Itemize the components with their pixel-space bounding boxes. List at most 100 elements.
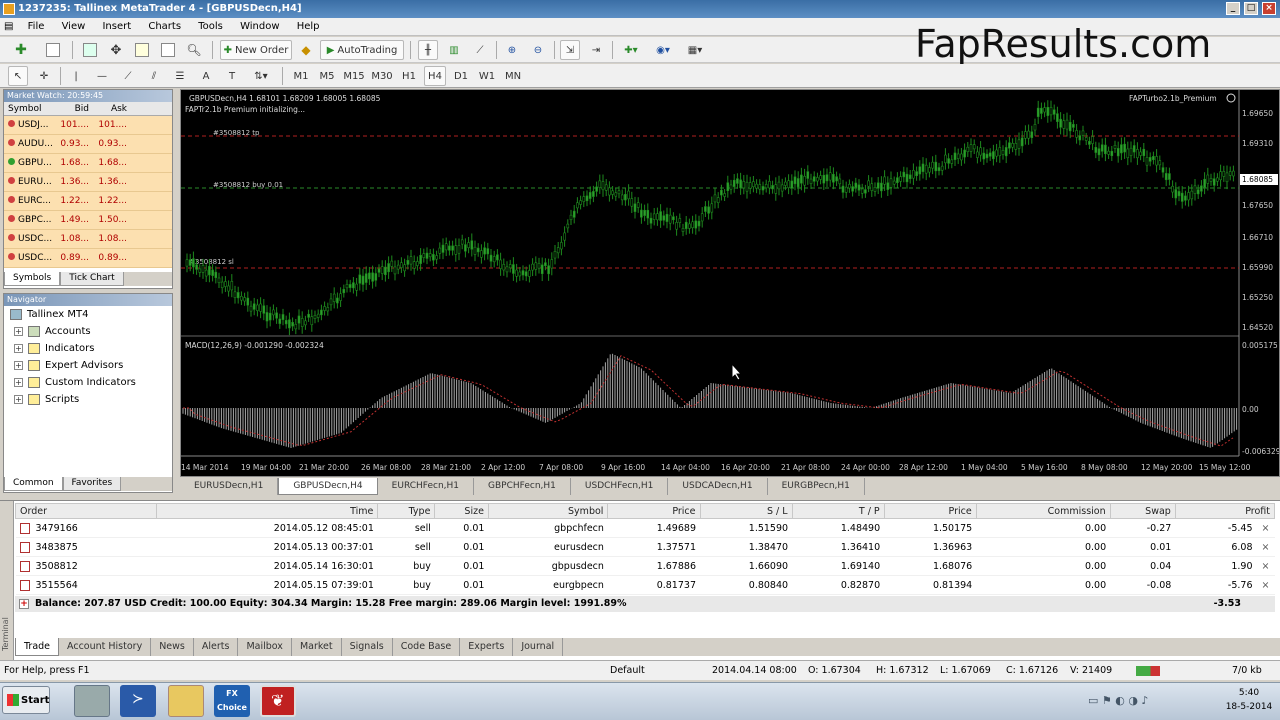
text-label-icon[interactable]: T bbox=[222, 66, 242, 86]
terminal-tab[interactable]: Mailbox bbox=[238, 638, 292, 656]
navigator-item-scripts[interactable]: + Scripts bbox=[4, 391, 172, 408]
bar-chart-icon[interactable]: ╫ bbox=[418, 40, 438, 60]
market-watch-row[interactable]: USDC... 1.08... 1.08... bbox=[4, 230, 172, 249]
close-order-icon[interactable]: × bbox=[1261, 561, 1271, 572]
navigator-item-indicators[interactable]: + Indicators bbox=[4, 340, 172, 357]
column-header[interactable]: Symbol bbox=[487, 503, 609, 519]
column-header[interactable]: Order bbox=[14, 503, 158, 519]
tab-tick-chart[interactable]: Tick Chart bbox=[60, 272, 124, 286]
timeframe-d1[interactable]: D1 bbox=[450, 66, 472, 86]
timeframe-mn[interactable]: MN bbox=[502, 66, 524, 86]
order-row[interactable]: 3479166 2014.05.12 08:45:01 sell 0.01 gbpchf… bbox=[15, 518, 1275, 538]
market-watch-row[interactable]: EURU... 1.36... 1.36... bbox=[4, 173, 172, 192]
menu-file[interactable]: File bbox=[21, 18, 52, 36]
zoom-out-icon[interactable]: ⊖ bbox=[528, 40, 548, 60]
market-watch-row[interactable]: EURC... 1.22... 1.22... bbox=[4, 192, 172, 211]
timeframe-h1[interactable]: H1 bbox=[398, 66, 420, 86]
chart-tab[interactable]: EURGBPecn,H1 bbox=[768, 478, 865, 495]
menu-view[interactable]: View bbox=[55, 18, 93, 36]
column-header[interactable]: Commission bbox=[975, 503, 1111, 519]
zoom-in-icon[interactable]: ⊕ bbox=[502, 40, 522, 60]
crosshair-icon[interactable]: ✛ bbox=[34, 66, 54, 86]
line-chart-icon[interactable]: ⟋ bbox=[470, 40, 490, 60]
navigator-root[interactable]: Tallinex MT4 bbox=[4, 306, 172, 323]
tab-symbols[interactable]: Symbols bbox=[4, 272, 61, 286]
expand-icon[interactable]: + bbox=[19, 599, 29, 609]
taskbar-folder-icon[interactable] bbox=[168, 685, 204, 717]
tab-common[interactable]: Common bbox=[4, 477, 63, 491]
menu-tools[interactable]: Tools bbox=[191, 18, 230, 36]
trendline-icon[interactable]: ⟋ bbox=[118, 66, 138, 86]
navigator-icon[interactable] bbox=[132, 40, 152, 60]
timeframe-m1[interactable]: M1 bbox=[290, 66, 312, 86]
chart-tab[interactable]: EURCHFecn,H1 bbox=[378, 478, 475, 495]
profiles-icon[interactable] bbox=[40, 40, 66, 60]
column-header[interactable]: Price bbox=[883, 503, 977, 519]
new-chart-icon[interactable]: ✚ bbox=[8, 40, 34, 60]
column-header[interactable]: T / P bbox=[791, 503, 885, 519]
column-header[interactable]: S / L bbox=[699, 503, 793, 519]
arrows-icon[interactable]: ⇅▾ bbox=[248, 66, 274, 86]
terminal-tab[interactable]: Signals bbox=[342, 638, 393, 656]
market-watch-row[interactable]: GBPU... 1.68... 1.68... bbox=[4, 154, 172, 173]
timeframe-w1[interactable]: W1 bbox=[476, 66, 498, 86]
chart-canvas[interactable]: #3508812 tp#3508812 buy 0.01#3508812 slG… bbox=[181, 90, 1279, 476]
timeframe-m5[interactable]: M5 bbox=[316, 66, 338, 86]
text-icon[interactable]: A bbox=[196, 66, 216, 86]
new-order-button[interactable]: ✚ New Order bbox=[220, 40, 292, 60]
market-watch-icon[interactable] bbox=[80, 40, 100, 60]
price-chart[interactable]: #3508812 tp #3508812 buy 0.01 #3508812 sl G… bbox=[180, 89, 1280, 477]
terminal-tab[interactable]: Trade bbox=[15, 638, 60, 656]
navigator-item-accounts[interactable]: + Accounts bbox=[4, 323, 172, 340]
close-order-icon[interactable]: × bbox=[1261, 580, 1271, 591]
autotrading-button[interactable]: ▶ AutoTrading bbox=[320, 40, 404, 60]
tray-clock[interactable]: 5:40 18-5-2014 bbox=[1222, 686, 1276, 714]
terminal-tab[interactable]: News bbox=[151, 638, 194, 656]
chart-tab[interactable]: GBPCHFecn,H1 bbox=[474, 478, 571, 495]
terminal-tab[interactable]: Experts bbox=[460, 638, 514, 656]
column-header[interactable]: Price bbox=[607, 503, 701, 519]
chart-tab[interactable]: GBPUSDecn,H4 bbox=[278, 478, 378, 495]
terminal-tab[interactable]: Account History bbox=[59, 638, 152, 656]
timeframe-h4[interactable]: H4 bbox=[424, 66, 446, 86]
periods-icon[interactable]: ◉▾ bbox=[650, 40, 676, 60]
minimize-button[interactable]: _ bbox=[1226, 2, 1240, 15]
timeframe-m30[interactable]: M30 bbox=[370, 66, 394, 86]
column-header[interactable]: Size bbox=[434, 503, 489, 519]
chart-shift-icon[interactable]: ⇥ bbox=[586, 40, 606, 60]
market-watch-row[interactable]: GBPC... 1.49... 1.50... bbox=[4, 211, 172, 230]
data-window-icon[interactable]: ✥ bbox=[106, 40, 126, 60]
maximize-button[interactable]: □ bbox=[1244, 2, 1258, 15]
tray-icons[interactable]: ▭ ⚑ ◐ ◑ ♪ bbox=[1088, 694, 1148, 707]
order-row[interactable]: 3515564 2014.05.15 07:39:01 buy 0.01 eurgbpe… bbox=[15, 575, 1275, 595]
taskbar-fxchoice-icon[interactable]: FX Choice bbox=[214, 685, 250, 717]
strategy-tester-icon[interactable]: 🔍︎ bbox=[184, 40, 204, 60]
indicators-icon[interactable]: ✚▾ bbox=[618, 40, 644, 60]
chart-tab[interactable]: USDCADecn,H1 bbox=[668, 478, 768, 495]
navigator-item-custom[interactable]: + Custom Indicators bbox=[4, 374, 172, 391]
timeframe-m15[interactable]: M15 bbox=[342, 66, 366, 86]
column-header[interactable]: Swap bbox=[1109, 503, 1176, 519]
start-button[interactable]: Start bbox=[2, 686, 50, 714]
menu-insert[interactable]: Insert bbox=[95, 18, 138, 36]
market-watch-row[interactable]: USDC... 0.89... 0.89... bbox=[4, 249, 172, 268]
chart-tab[interactable]: EURUSDecn,H1 bbox=[180, 478, 279, 495]
close-order-icon[interactable]: × bbox=[1261, 523, 1271, 534]
column-header[interactable]: Profit bbox=[1174, 503, 1276, 519]
menu-charts[interactable]: Charts bbox=[141, 18, 188, 36]
taskbar-powershell-icon[interactable]: ≻ bbox=[120, 685, 156, 717]
vertical-line-icon[interactable]: | bbox=[66, 66, 86, 86]
column-header[interactable]: Time bbox=[156, 503, 379, 519]
order-row[interactable]: 3508812 2014.05.14 16:30:01 buy 0.01 gbpusde… bbox=[15, 556, 1275, 576]
terminal-icon[interactable] bbox=[158, 40, 178, 60]
column-header[interactable]: Type bbox=[377, 503, 436, 519]
horizontal-line-icon[interactable]: — bbox=[92, 66, 112, 86]
navigator-item-experts[interactable]: + Expert Advisors bbox=[4, 357, 172, 374]
menu-help[interactable]: Help bbox=[290, 18, 327, 36]
terminal-tab[interactable]: Journal bbox=[513, 638, 564, 656]
terminal-tab[interactable]: Market bbox=[292, 638, 342, 656]
market-watch-row[interactable]: USDJ... 101.... 101.... bbox=[4, 116, 172, 135]
chart-tab[interactable]: USDCHFecn,H1 bbox=[571, 478, 669, 495]
templates-icon[interactable]: ▦▾ bbox=[682, 40, 708, 60]
taskbar-explorer-icon[interactable] bbox=[74, 685, 110, 717]
